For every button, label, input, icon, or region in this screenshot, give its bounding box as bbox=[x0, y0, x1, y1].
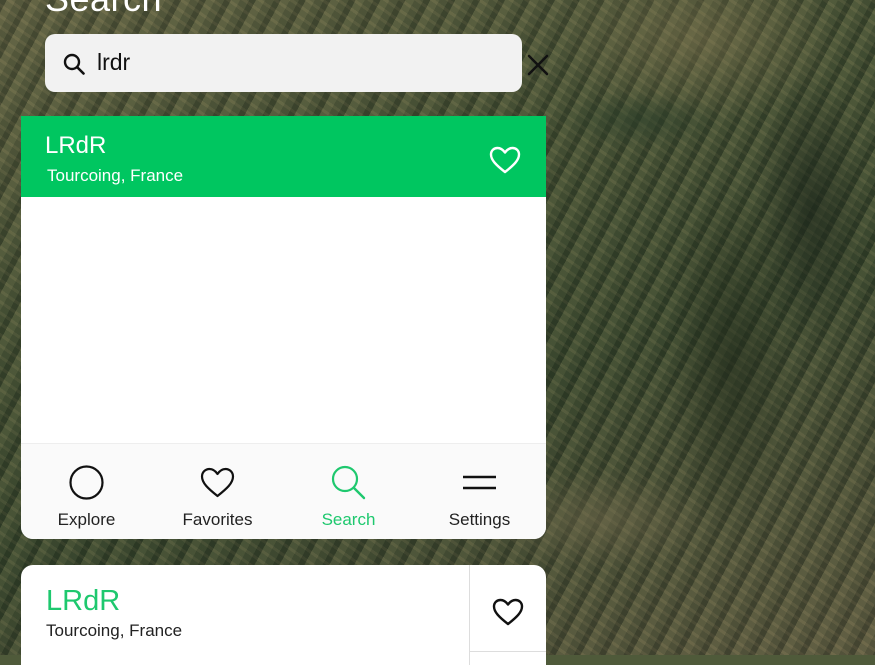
tab-label: Search bbox=[321, 510, 376, 529]
result-location: Tourcoing, France bbox=[46, 621, 183, 640]
result-location: Tourcoing, France bbox=[47, 166, 184, 185]
search-result-card[interactable]: LRdR Tourcoing, France bbox=[21, 565, 546, 665]
search-panel: LRdR Tourcoing, France Explore Favorites… bbox=[21, 116, 546, 539]
search-bar bbox=[45, 34, 549, 92]
result-name: LRdR bbox=[45, 132, 107, 159]
card-divider bbox=[469, 565, 470, 665]
result-name: LRdR bbox=[46, 585, 121, 617]
heart-icon bbox=[200, 467, 235, 498]
search-icon bbox=[63, 53, 85, 75]
tab-favorites[interactable]: Favorites bbox=[152, 444, 283, 539]
tab-settings[interactable]: Settings bbox=[414, 444, 545, 539]
clear-search-icon[interactable] bbox=[525, 52, 551, 78]
tab-label: Explore bbox=[57, 510, 116, 529]
tab-label: Settings bbox=[448, 510, 511, 529]
favorite-heart-icon[interactable] bbox=[491, 597, 525, 627]
favorite-heart-icon[interactable] bbox=[488, 145, 522, 175]
bottom-tab-bar: Explore Favorites Search Settings bbox=[21, 443, 546, 539]
search-icon bbox=[331, 465, 366, 500]
card-divider bbox=[469, 651, 546, 652]
selected-result-item[interactable]: LRdR Tourcoing, France bbox=[21, 116, 546, 197]
search-input[interactable] bbox=[97, 44, 457, 80]
tab-search[interactable]: Search bbox=[283, 444, 414, 539]
menu-icon bbox=[463, 475, 496, 490]
circle-icon bbox=[69, 465, 104, 500]
tab-label: Favorites bbox=[182, 510, 253, 529]
tab-explore[interactable]: Explore bbox=[21, 444, 152, 539]
page-title: Search bbox=[45, 0, 162, 20]
